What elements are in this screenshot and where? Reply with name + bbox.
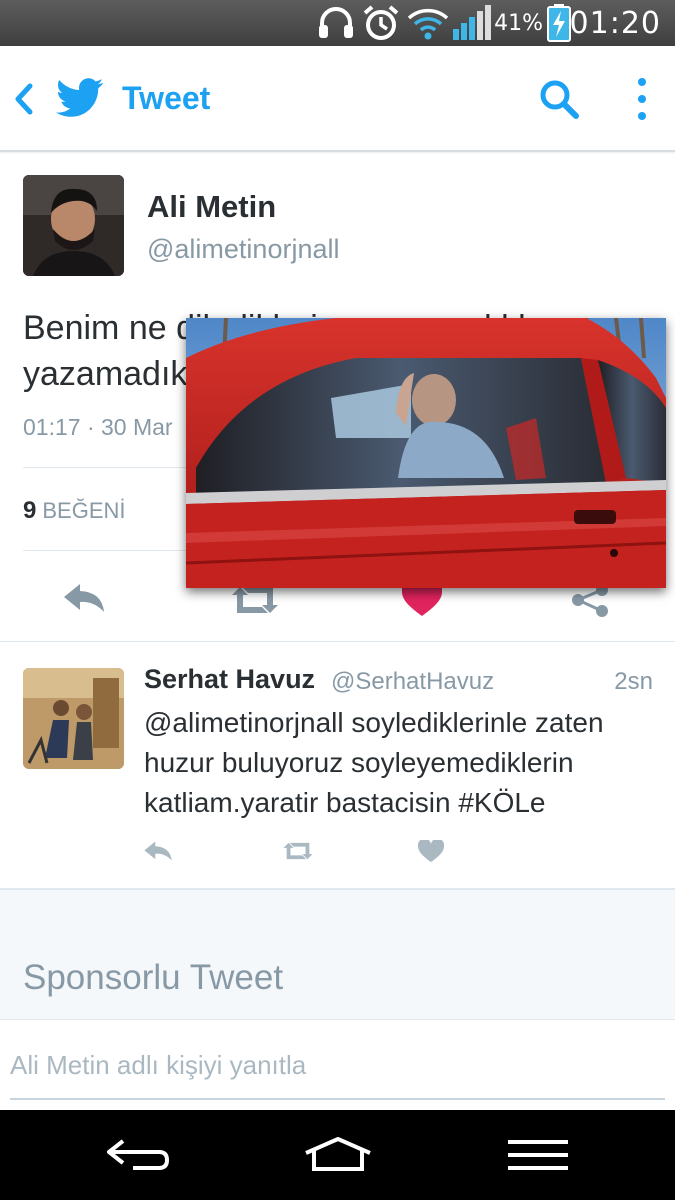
navigation-bar — [0, 1110, 675, 1200]
reply-input[interactable] — [10, 1040, 665, 1100]
likes-count: 9 — [23, 497, 37, 524]
reply-author-handle[interactable]: @SerhatHavuz — [331, 668, 494, 696]
reply-timestamp: 2sn — [614, 668, 653, 695]
tweet-timestamp: 01:17 · 30 Mar — [23, 414, 173, 440]
reply-icon[interactable] — [143, 840, 173, 867]
divider — [0, 641, 675, 642]
app-bar: Tweet — [0, 46, 675, 152]
like-icon[interactable] — [417, 838, 445, 867]
nav-menu-icon[interactable] — [478, 1110, 598, 1200]
avatar[interactable] — [23, 175, 124, 276]
alarm-icon — [362, 0, 400, 46]
reply-avatar[interactable] — [23, 668, 124, 769]
overflow-menu-icon[interactable] — [634, 76, 650, 127]
status-bar: 41% 01:20 — [0, 0, 675, 46]
page-title: Tweet — [122, 80, 211, 116]
reply-author-name[interactable]: Serhat Havuz — [144, 664, 315, 695]
signal-icon — [452, 0, 492, 46]
author-name[interactable]: Ali Metin — [147, 189, 276, 225]
search-icon[interactable] — [538, 78, 580, 125]
sponsored-label: Sponsorlu Tweet — [23, 958, 284, 997]
clock: 01:20 — [569, 5, 661, 41]
nav-home-icon[interactable] — [278, 1110, 398, 1200]
nav-back-icon[interactable] — [78, 1110, 198, 1200]
battery-charging-icon — [547, 0, 571, 46]
likes-label: BEĞENİ — [42, 498, 126, 523]
reply-icon[interactable] — [62, 582, 106, 619]
share-icon[interactable] — [570, 583, 610, 622]
retweet-icon[interactable] — [281, 841, 315, 866]
wifi-icon — [407, 0, 449, 46]
battery-percent: 41% — [494, 10, 543, 36]
twitter-bird-icon — [56, 78, 104, 123]
sponsored-section — [0, 888, 675, 1020]
headset-icon — [316, 0, 356, 46]
back-icon[interactable] — [12, 82, 34, 121]
author-handle[interactable]: @alimetinorjnall — [147, 234, 339, 265]
retweet-icon[interactable] — [228, 585, 282, 620]
floating-video-player[interactable] — [186, 318, 666, 588]
reply-text: @alimetinorjnall soylediklerinle zaten h… — [144, 707, 604, 818]
likes-count-row[interactable]: 9 BEĞENİ — [23, 497, 126, 525]
